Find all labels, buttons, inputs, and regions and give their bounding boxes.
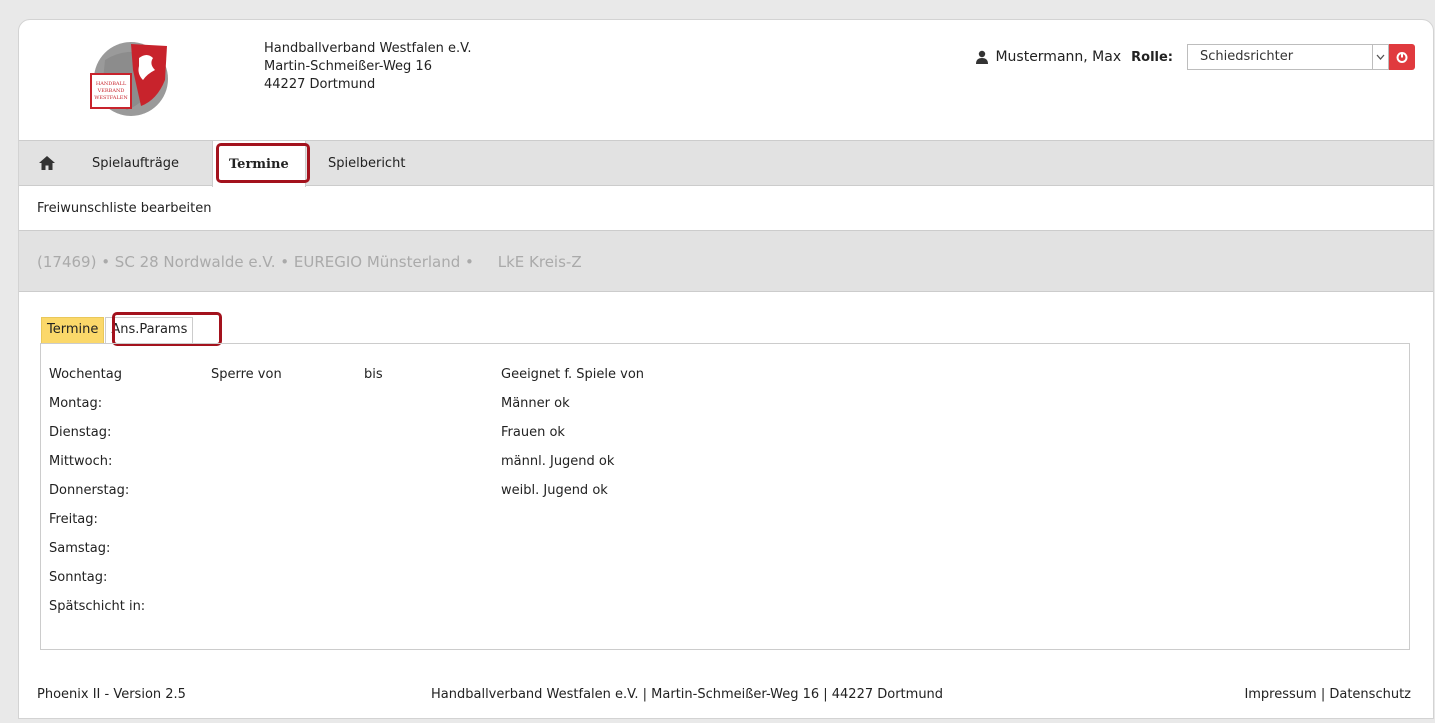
nav-item-spielauftraege[interactable]: Spielaufträge — [92, 141, 179, 186]
day-label: Donnerstag: — [49, 483, 130, 498]
suitability-label: Frauen ok — [501, 425, 565, 440]
user-name[interactable]: Mustermann, Max — [995, 49, 1121, 65]
org-city: 44227 Dortmund — [264, 77, 376, 92]
main-nav: Spielaufträge Termine Spielbericht — [19, 140, 1433, 187]
header-sperre-von: Sperre von — [211, 367, 282, 382]
footer: Phoenix II - Version 2.5 Handballverband… — [19, 675, 1433, 715]
role-select[interactable]: Schiedsrichter — [1187, 44, 1373, 70]
logo-text-1: HANDBALL — [96, 81, 127, 87]
day-label: Spätschicht in: — [49, 599, 146, 614]
header: HANDBALL VERBAND WESTFALEN Handballverba… — [19, 20, 1433, 140]
header-geeignet: Geeignet f. Spiele von — [501, 367, 645, 382]
day-label: Freitag: — [49, 512, 98, 527]
footer-separator: | — [1316, 687, 1330, 702]
footer-links: Impressum | Datenschutz — [1244, 687, 1411, 702]
logo: HANDBALL VERBAND WESTFALEN — [87, 40, 173, 118]
datenschutz-link[interactable]: Datenschutz — [1329, 687, 1411, 702]
org-address: Handballverband Westfalen e.V. Martin-Sc… — [264, 40, 472, 94]
termine-highlight — [216, 143, 310, 183]
termine-panel: Wochentag Sperre von bis Geeignet f. Spi… — [40, 343, 1410, 650]
power-icon — [1396, 52, 1408, 63]
user-area: Mustermann, Max Rolle: Schiedsrichter — [975, 44, 1415, 70]
day-label: Dienstag: — [49, 425, 112, 440]
suitability-label: Männer ok — [501, 396, 570, 411]
day-label: Mittwoch: — [49, 454, 113, 469]
user-icon — [976, 50, 989, 64]
logout-button[interactable] — [1389, 44, 1415, 70]
subnav: Freiwunschliste bearbeiten — [19, 186, 1433, 231]
day-label: Samstag: — [49, 541, 111, 556]
home-icon[interactable] — [37, 153, 57, 173]
org-street: Martin-Schmeißer-Weg 16 — [264, 59, 432, 74]
day-label: Sonntag: — [49, 570, 108, 585]
footer-address: Handballverband Westfalen e.V. | Martin-… — [431, 687, 944, 702]
nav-item-spielbericht[interactable]: Spielbericht — [328, 141, 405, 186]
org-name: Handballverband Westfalen e.V. — [264, 41, 472, 56]
logo-text-3: WESTFALEN — [94, 95, 128, 101]
impressum-link[interactable]: Impressum — [1244, 687, 1316, 702]
header-wochentag: Wochentag — [49, 367, 122, 382]
club-bar: (17469) • SC 28 Nordwalde e.V. • EUREGIO… — [19, 231, 1433, 292]
tab-termine[interactable]: Termine — [41, 317, 105, 344]
suitability-label: weibl. Jugend ok — [501, 483, 608, 498]
logo-text-2: VERBAND — [97, 88, 125, 94]
role-label: Rolle: — [1131, 49, 1173, 65]
chevron-down-icon — [1376, 54, 1385, 60]
ans-params-highlight — [112, 312, 222, 346]
subnav-link[interactable]: Freiwunschliste bearbeiten — [37, 201, 211, 216]
suitability-label: männl. Jugend ok — [501, 454, 615, 469]
version-text: Phoenix II - Version 2.5 — [37, 687, 186, 702]
header-bis: bis — [364, 367, 383, 382]
role-dropdown-button[interactable] — [1373, 44, 1389, 70]
app-window: HANDBALL VERBAND WESTFALEN Handballverba… — [18, 19, 1434, 719]
day-label: Montag: — [49, 396, 103, 411]
club-info: (17469) • SC 28 Nordwalde e.V. • EUREGIO… — [37, 253, 582, 271]
